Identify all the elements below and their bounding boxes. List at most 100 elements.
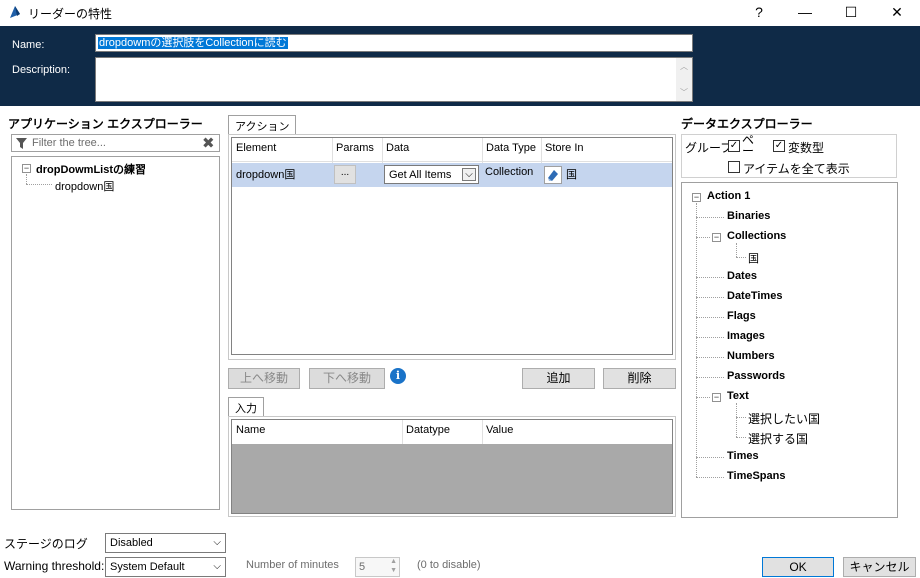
- description-input[interactable]: ︿ ﹀: [95, 57, 693, 102]
- col-datatype: Datatype: [406, 424, 451, 436]
- stage-log-label: ステージのログ: [4, 537, 88, 551]
- tree-binaries[interactable]: Binaries: [727, 210, 770, 222]
- tree-line: [696, 337, 724, 338]
- collapse-icon[interactable]: −: [712, 233, 721, 242]
- tree-text-child-1[interactable]: 選択したい国: [748, 410, 820, 427]
- move-up-button[interactable]: 上へ移動: [228, 368, 300, 389]
- chevron-down-icon[interactable]: ⌵: [213, 560, 221, 574]
- col-store-in: Store In: [545, 142, 584, 154]
- tree-collections[interactable]: Collections: [727, 230, 786, 242]
- show-all-checkbox[interactable]: [728, 161, 740, 173]
- collapse-icon[interactable]: −: [22, 164, 31, 173]
- help-button[interactable]: ?: [736, 0, 782, 26]
- tree-root-app[interactable]: dropDowmListの練習: [36, 161, 146, 177]
- info-icon[interactable]: i: [390, 368, 406, 384]
- tree-images[interactable]: Images: [727, 330, 765, 342]
- tree-flags[interactable]: Flags: [727, 310, 756, 322]
- app-icon: [10, 6, 20, 18]
- group-var-checkbox[interactable]: ✓: [773, 140, 785, 152]
- tree-item-dropdown[interactable]: dropdown国: [55, 178, 114, 194]
- chevron-down-icon[interactable]: ⌵: [462, 168, 476, 181]
- tree-line: [696, 203, 697, 477]
- inputs-grid-empty-area: [232, 444, 672, 513]
- inputs-grid-header: Name Datatype Value: [232, 420, 672, 444]
- name-input[interactable]: dropdowmの選択肢をCollectionに読む: [95, 34, 693, 52]
- tree-text-child-2[interactable]: 選択する国: [748, 430, 808, 447]
- description-scrollbar[interactable]: ︿ ﹀: [676, 58, 692, 101]
- tree-line: [696, 237, 710, 238]
- col-name: Name: [236, 424, 266, 436]
- collapse-icon[interactable]: −: [712, 393, 721, 402]
- tree-line: [696, 377, 724, 378]
- tree-line: [736, 417, 746, 418]
- minutes-value: 5: [359, 561, 366, 573]
- tree-times[interactable]: Times: [727, 450, 759, 462]
- stepper-down-icon[interactable]: ▼: [390, 567, 397, 574]
- name-value: dropdowmの選択肢をCollectionに読む: [98, 37, 288, 49]
- tree-line: [696, 297, 724, 298]
- tree-line: [26, 184, 52, 185]
- minutes-label: Number of minutes: [246, 559, 339, 571]
- app-explorer-title: アプリケーション エクスプローラー: [8, 117, 203, 131]
- close-button[interactable]: ✕: [874, 0, 920, 26]
- data-explorer-title: データエクスプローラー: [681, 117, 813, 131]
- stage-log-select[interactable]: Disabled ⌵: [105, 533, 226, 553]
- inputs-grid: Name Datatype Value: [231, 419, 673, 514]
- col-data: Data: [386, 142, 410, 154]
- tree-line: [736, 403, 737, 437]
- warning-threshold-value: System Default: [110, 561, 185, 573]
- tree-root-action[interactable]: Action 1: [707, 190, 750, 202]
- table-row[interactable]: dropdown国 ... Get All Items ⌵ Collection…: [232, 163, 672, 187]
- warning-threshold-select[interactable]: System Default ⌵: [105, 557, 226, 577]
- actions-grid-header: Element Params Data Data Type Store In: [232, 138, 672, 187]
- data-explorer-tree: − Action 1 Binaries − Collections 国 Date…: [681, 182, 898, 518]
- tree-line: [696, 317, 724, 318]
- show-all-label: アイテムを全て表示: [743, 162, 850, 176]
- tree-text[interactable]: Text: [727, 390, 749, 402]
- tab-actions[interactable]: アクション: [228, 115, 297, 135]
- tree-line: [696, 357, 724, 358]
- move-down-button[interactable]: 下へ移動: [309, 368, 385, 389]
- actions-grid: Element Params Data Data Type Store In d…: [231, 137, 673, 355]
- collapse-icon[interactable]: −: [692, 193, 701, 202]
- tree-line: [26, 174, 27, 184]
- col-value: Value: [486, 424, 514, 436]
- tree-line: [696, 477, 724, 478]
- row-data-type: Collection: [485, 166, 534, 178]
- tree-numbers[interactable]: Numbers: [727, 350, 775, 362]
- tree-line: [736, 437, 746, 438]
- maximize-button[interactable]: ☐: [828, 0, 874, 26]
- filter-input[interactable]: Filter the tree... ✖: [11, 134, 220, 152]
- minimize-button[interactable]: —: [782, 0, 828, 26]
- params-button[interactable]: ...: [334, 165, 356, 184]
- tree-dates[interactable]: Dates: [727, 270, 757, 282]
- store-in-picker-icon[interactable]: [544, 166, 562, 184]
- tree-datetimes[interactable]: DateTimes: [727, 290, 782, 302]
- cancel-button[interactable]: キャンセル: [843, 557, 916, 577]
- tree-collections-child[interactable]: 国: [748, 250, 759, 266]
- tree-passwords[interactable]: Passwords: [727, 370, 785, 382]
- window-title: リーダーの特性: [28, 7, 113, 21]
- clear-filter-icon[interactable]: ✖: [202, 134, 215, 152]
- scroll-down-icon[interactable]: ﹀: [680, 87, 688, 98]
- app-explorer-tree: − dropDowmListの練習 dropdown国: [11, 156, 220, 510]
- row-element: dropdown国: [236, 169, 296, 181]
- stepper-up-icon[interactable]: ▲: [390, 558, 397, 565]
- col-element: Element: [236, 142, 277, 154]
- scroll-up-icon[interactable]: ︿: [680, 61, 688, 72]
- col-params: Params: [336, 142, 374, 154]
- chevron-down-icon[interactable]: ⌵: [213, 536, 221, 550]
- tree-timespans[interactable]: TimeSpans: [727, 470, 786, 482]
- disable-hint: (0 to disable): [417, 559, 481, 571]
- name-label: Name:: [12, 39, 45, 51]
- minutes-stepper[interactable]: 5 ▲ ▼: [355, 557, 400, 577]
- ok-button[interactable]: OK: [762, 557, 834, 577]
- data-select[interactable]: Get All Items ⌵: [384, 165, 479, 184]
- delete-button[interactable]: 削除: [603, 368, 676, 389]
- data-explorer-options: グループ ✓ ページ ✓ 変数型 アイテムを全て表示: [681, 134, 897, 178]
- tab-inputs[interactable]: 入力: [228, 397, 264, 417]
- group-page-checkbox[interactable]: ✓: [728, 140, 740, 152]
- col-divider: [482, 420, 483, 444]
- add-button[interactable]: 追加: [522, 368, 595, 389]
- tree-line: [696, 277, 724, 278]
